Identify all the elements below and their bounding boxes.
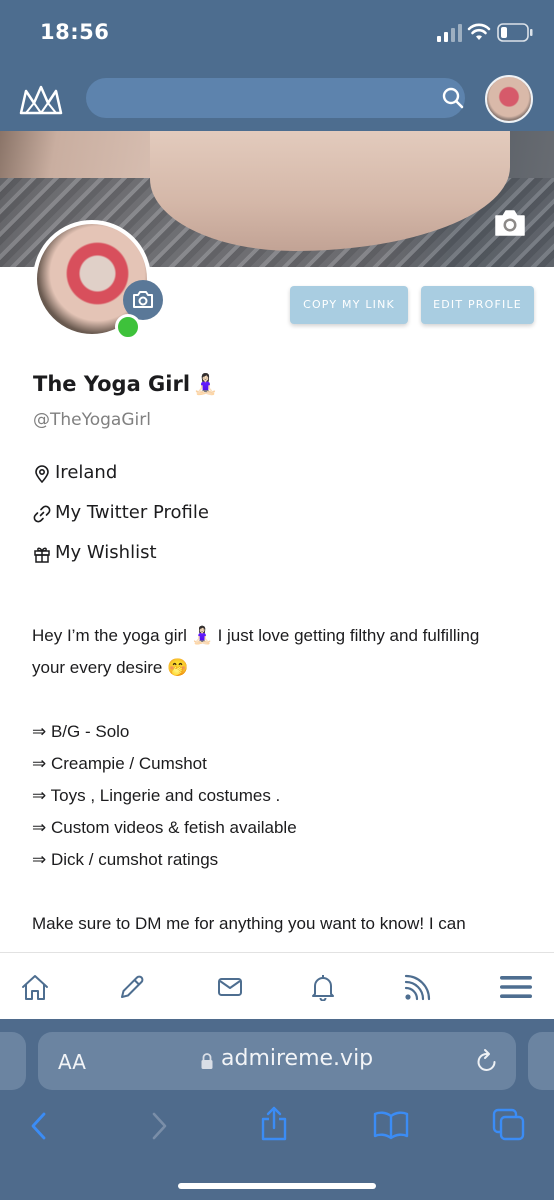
bookmarks-icon[interactable]: [373, 1110, 409, 1140]
search-icon[interactable]: [441, 86, 465, 110]
rss-icon[interactable]: [402, 973, 432, 1003]
search-input[interactable]: [86, 78, 465, 118]
twitter-link-text[interactable]: My Twitter Profile: [55, 502, 209, 523]
crown-logo-icon[interactable]: [18, 83, 64, 117]
location-text: Ireland: [55, 462, 118, 483]
bio-line: Hey I’m the yoga girl 🧘🏻‍♀️ I just love …: [32, 626, 480, 645]
home-icon[interactable]: [20, 973, 50, 1001]
bell-icon[interactable]: [310, 973, 336, 1001]
next-tab-peek[interactable]: [528, 1032, 554, 1090]
mail-icon[interactable]: [216, 973, 244, 1001]
cover-camera-icon[interactable]: [493, 208, 527, 238]
reader-settings-button[interactable]: AA: [58, 1050, 86, 1074]
status-time: 18:56: [40, 20, 110, 44]
address-url[interactable]: admireme.vip: [221, 1046, 373, 1071]
edit-profile-button[interactable]: EDIT PROFILE: [421, 286, 534, 324]
tabs-icon[interactable]: [492, 1108, 526, 1142]
user-avatar[interactable]: [485, 75, 533, 123]
share-icon[interactable]: [259, 1106, 289, 1142]
pencil-icon[interactable]: [118, 973, 146, 1001]
bio-list-item: ⇒ B/G - Solo: [32, 722, 130, 741]
bio-list-item: ⇒ Custom videos & fetish available: [32, 818, 297, 837]
link-icon: [33, 505, 51, 523]
profile-handle: @TheYogaGirl: [33, 410, 151, 430]
bio-list-item: ⇒ Toys , Lingerie and costumes .: [32, 786, 281, 805]
bio-list-item: ⇒ Dick / cumshot ratings: [32, 850, 219, 869]
gift-icon: [34, 547, 50, 563]
back-icon[interactable]: [28, 1110, 50, 1142]
profile-display-name: The Yoga Girl: [33, 372, 191, 396]
bottom-navigation: [0, 952, 554, 1019]
menu-icon[interactable]: [499, 973, 533, 1001]
bio-list-item: ⇒ Creampie / Cumshot: [32, 754, 207, 773]
home-indicator[interactable]: [178, 1183, 376, 1189]
lock-icon: [201, 1053, 213, 1069]
reload-icon[interactable]: [475, 1048, 499, 1074]
online-status-indicator: [115, 314, 141, 340]
forward-icon[interactable]: [148, 1110, 170, 1142]
battery-icon: [497, 23, 533, 42]
copy-link-button[interactable]: COPY MY LINK: [290, 286, 408, 324]
camera-icon: [133, 291, 153, 308]
bio-line: Make sure to DM me for anything you want…: [32, 914, 466, 933]
wifi-icon: [467, 23, 491, 40]
wishlist-link-text[interactable]: My Wishlist: [55, 542, 157, 563]
previous-tab-peek[interactable]: [0, 1032, 26, 1090]
name-emoji: 🧘🏻‍♀️: [193, 372, 218, 396]
map-pin-icon: [35, 465, 49, 483]
signal-icon: [437, 24, 462, 42]
bio-line: your every desire 🤭: [32, 658, 189, 677]
